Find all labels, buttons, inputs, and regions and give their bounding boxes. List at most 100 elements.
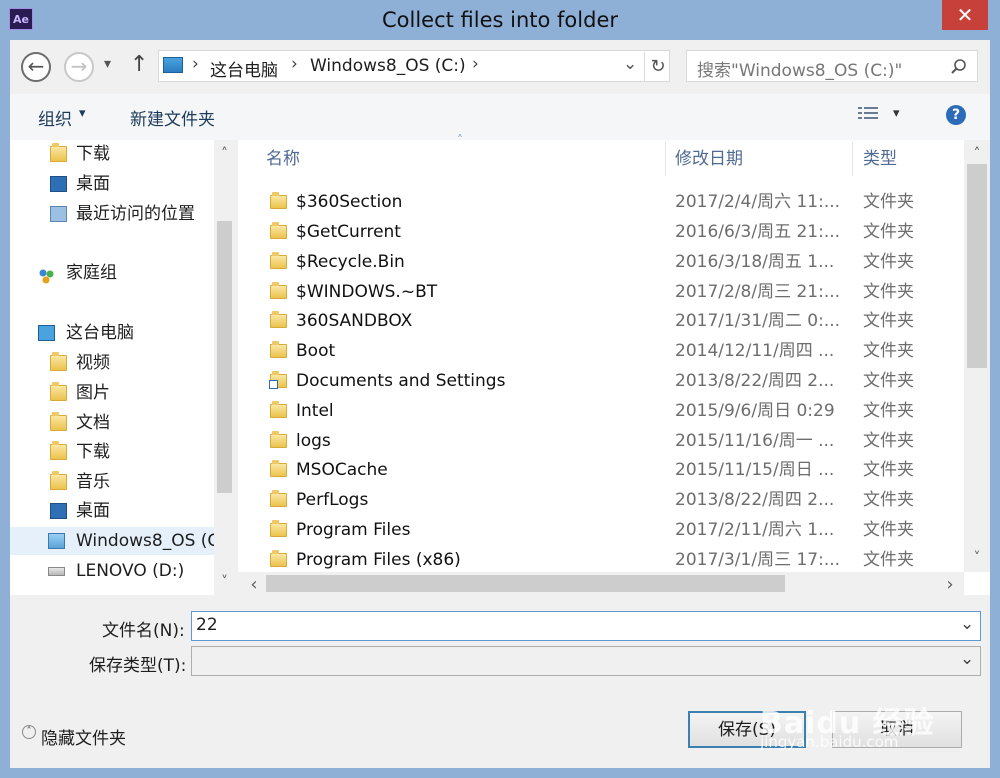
- file-type: 文件夹: [863, 282, 914, 302]
- hide-folders-icon[interactable]: ˄: [22, 725, 36, 739]
- sidebar-item-documents[interactable]: 文档: [10, 409, 210, 437]
- breadcrumb-this-pc[interactable]: 这台电脑: [210, 56, 278, 81]
- scroll-down-arrow[interactable]: ˅: [964, 550, 990, 566]
- help-icon[interactable]: ?: [946, 105, 966, 125]
- search-icon[interactable]: [950, 58, 968, 76]
- organize-caret-icon[interactable]: ▾: [79, 106, 86, 121]
- music-folder-icon: [50, 471, 67, 490]
- sidebar-item-desktop[interactable]: 桌面: [10, 170, 210, 198]
- table-row[interactable]: logs 2015/11/16/周一 ... 文件夹: [238, 426, 964, 456]
- file-list-scroll-thumb[interactable]: [967, 164, 987, 368]
- table-row[interactable]: $GetCurrent 2016/6/3/周五 21:... 文件夹: [238, 217, 964, 247]
- column-header-type[interactable]: 类型: [863, 140, 897, 178]
- folder-icon: [270, 282, 287, 299]
- download-folder-icon: [50, 143, 67, 162]
- folder-icon: [270, 341, 287, 358]
- column-header-date-modified[interactable]: 修改日期: [675, 140, 743, 178]
- file-type: 文件夹: [863, 431, 914, 451]
- view-options-icon[interactable]: [858, 106, 880, 122]
- table-row[interactable]: PerfLogs 2013/8/22/周四 2... 文件夹: [238, 485, 964, 515]
- sidebar-item-pictures[interactable]: 图片: [10, 379, 210, 407]
- navigation-pane-scroll-thumb[interactable]: [217, 221, 232, 493]
- filetype-dropdown-icon[interactable]: ⌄: [960, 649, 974, 669]
- table-row[interactable]: $360Section 2017/2/4/周六 11:... 文件夹: [238, 187, 964, 217]
- column-divider[interactable]: [665, 142, 666, 176]
- scroll-right-arrow[interactable]: ›: [940, 574, 960, 595]
- refresh-button[interactable]: ↻: [644, 52, 671, 82]
- table-row[interactable]: $WINDOWS.~BT 2017/2/8/周三 21:... 文件夹: [238, 277, 964, 307]
- file-name: Boot: [296, 341, 336, 361]
- recent-locations-dropdown[interactable]: ▾: [104, 56, 111, 72]
- address-history-dropdown[interactable]: ⌄: [623, 54, 637, 74]
- sidebar-item-label: 最近访问的位置: [76, 204, 195, 224]
- filename-dropdown-icon[interactable]: ⌄: [960, 614, 974, 634]
- new-folder-button[interactable]: 新建文件夹: [130, 105, 215, 130]
- table-row[interactable]: Boot 2014/12/11/周四 ... 文件夹: [238, 336, 964, 366]
- view-options-dropdown[interactable]: ▾: [893, 106, 900, 121]
- file-type: 文件夹: [863, 222, 914, 242]
- sidebar-item-label: 下载: [76, 144, 110, 164]
- file-name: Documents and Settings: [296, 371, 506, 391]
- file-name: MSOCache: [296, 460, 388, 480]
- breadcrumb-drive-c[interactable]: Windows8_OS (C:): [310, 56, 466, 76]
- window-title: Collect files into folder: [381, 8, 618, 32]
- shortcut-folder-icon: [269, 371, 287, 389]
- sidebar-item-downloads[interactable]: 下载: [10, 140, 210, 168]
- table-row[interactable]: Program Files 2017/2/11/周六 1... 文件夹: [238, 515, 964, 545]
- hide-folders-button[interactable]: 隐藏文件夹: [41, 724, 126, 749]
- filename-input[interactable]: 22 ⌄: [191, 611, 981, 641]
- filetype-label: 保存类型(T):: [89, 656, 187, 676]
- file-name: Program Files (x86): [296, 550, 461, 570]
- file-date: 2016/3/18/周五 1...: [675, 252, 835, 272]
- sidebar-item-this-pc[interactable]: 这台电脑: [10, 319, 210, 347]
- sidebar-item-label: 图片: [76, 383, 110, 403]
- sidebar-item-music[interactable]: 音乐: [10, 468, 210, 496]
- table-row[interactable]: MSOCache 2015/11/15/周日 ... 文件夹: [238, 455, 964, 485]
- sidebar-item-label: 下载: [76, 442, 110, 462]
- organize-menu[interactable]: 组织: [38, 105, 72, 130]
- file-type: 文件夹: [863, 341, 914, 361]
- desktop-icon: [50, 503, 67, 519]
- breadcrumb-separator[interactable]: ›: [192, 54, 199, 74]
- back-button[interactable]: ←: [21, 52, 51, 82]
- file-name: Program Files: [296, 520, 411, 540]
- sidebar-item-drive-d[interactable]: LENOVO (D:): [10, 557, 210, 585]
- sidebar-item-drive-c[interactable]: Windows8_OS (C: [10, 527, 219, 555]
- filetype-select[interactable]: ⌄: [191, 646, 981, 676]
- table-row[interactable]: Documents and Settings 2013/8/22/周四 2... 文…: [238, 366, 964, 396]
- breadcrumb-separator[interactable]: ›: [472, 54, 479, 74]
- up-one-level-button[interactable]: ↑: [130, 52, 148, 77]
- system-drive-icon: [48, 533, 65, 549]
- navigation-pane[interactable]: 下载 桌面 最近访问的位置 家庭组 这台电脑 视频 图片 文档 下载 音乐 桌面…: [10, 140, 235, 595]
- file-name: logs: [296, 431, 331, 451]
- filename-label: 文件名(N):: [102, 621, 185, 641]
- file-date: 2015/11/16/周一 ...: [675, 431, 835, 451]
- desktop-icon: [50, 176, 67, 192]
- file-date: 2017/2/8/周三 21:...: [675, 282, 840, 302]
- scroll-up-arrow[interactable]: ˄: [214, 146, 235, 162]
- table-row[interactable]: $Recycle.Bin 2016/3/18/周五 1... 文件夹: [238, 247, 964, 277]
- folder-icon: [270, 252, 287, 269]
- horizontal-scroll-thumb[interactable]: [266, 575, 785, 592]
- table-row[interactable]: Program Files (x86) 2017/3/1/周三 17:... 文件夹: [238, 545, 964, 575]
- forward-button[interactable]: →: [64, 52, 94, 82]
- file-date: 2017/2/11/周六 1...: [675, 520, 835, 540]
- videos-folder-icon: [50, 352, 67, 371]
- sidebar-item-recent-places[interactable]: 最近访问的位置: [10, 200, 210, 228]
- sidebar-item-downloads-2[interactable]: 下载: [10, 438, 210, 466]
- search-input[interactable]: 搜索"Windows8_OS (C:)": [697, 56, 902, 81]
- scroll-left-arrow[interactable]: ‹: [244, 574, 264, 595]
- breadcrumb-separator[interactable]: ›: [291, 54, 298, 74]
- sidebar-item-desktop-2[interactable]: 桌面: [10, 497, 210, 525]
- column-header-name[interactable]: 名称: [266, 140, 300, 178]
- scroll-up-arrow[interactable]: ˄: [964, 146, 990, 162]
- table-row[interactable]: 360SANDBOX 2017/1/31/周二 0:... 文件夹: [238, 306, 964, 336]
- recent-places-icon: [50, 206, 67, 222]
- file-date: 2015/9/6/周日 0:29: [675, 401, 835, 421]
- table-row[interactable]: Intel 2015/9/6/周日 0:29 文件夹: [238, 396, 964, 426]
- sidebar-item-homegroup[interactable]: 家庭组: [10, 259, 210, 287]
- sidebar-item-videos[interactable]: 视频: [10, 349, 210, 377]
- column-divider[interactable]: [852, 142, 853, 176]
- scroll-down-arrow[interactable]: ˅: [214, 574, 235, 590]
- close-button[interactable]: ✕: [942, 0, 988, 30]
